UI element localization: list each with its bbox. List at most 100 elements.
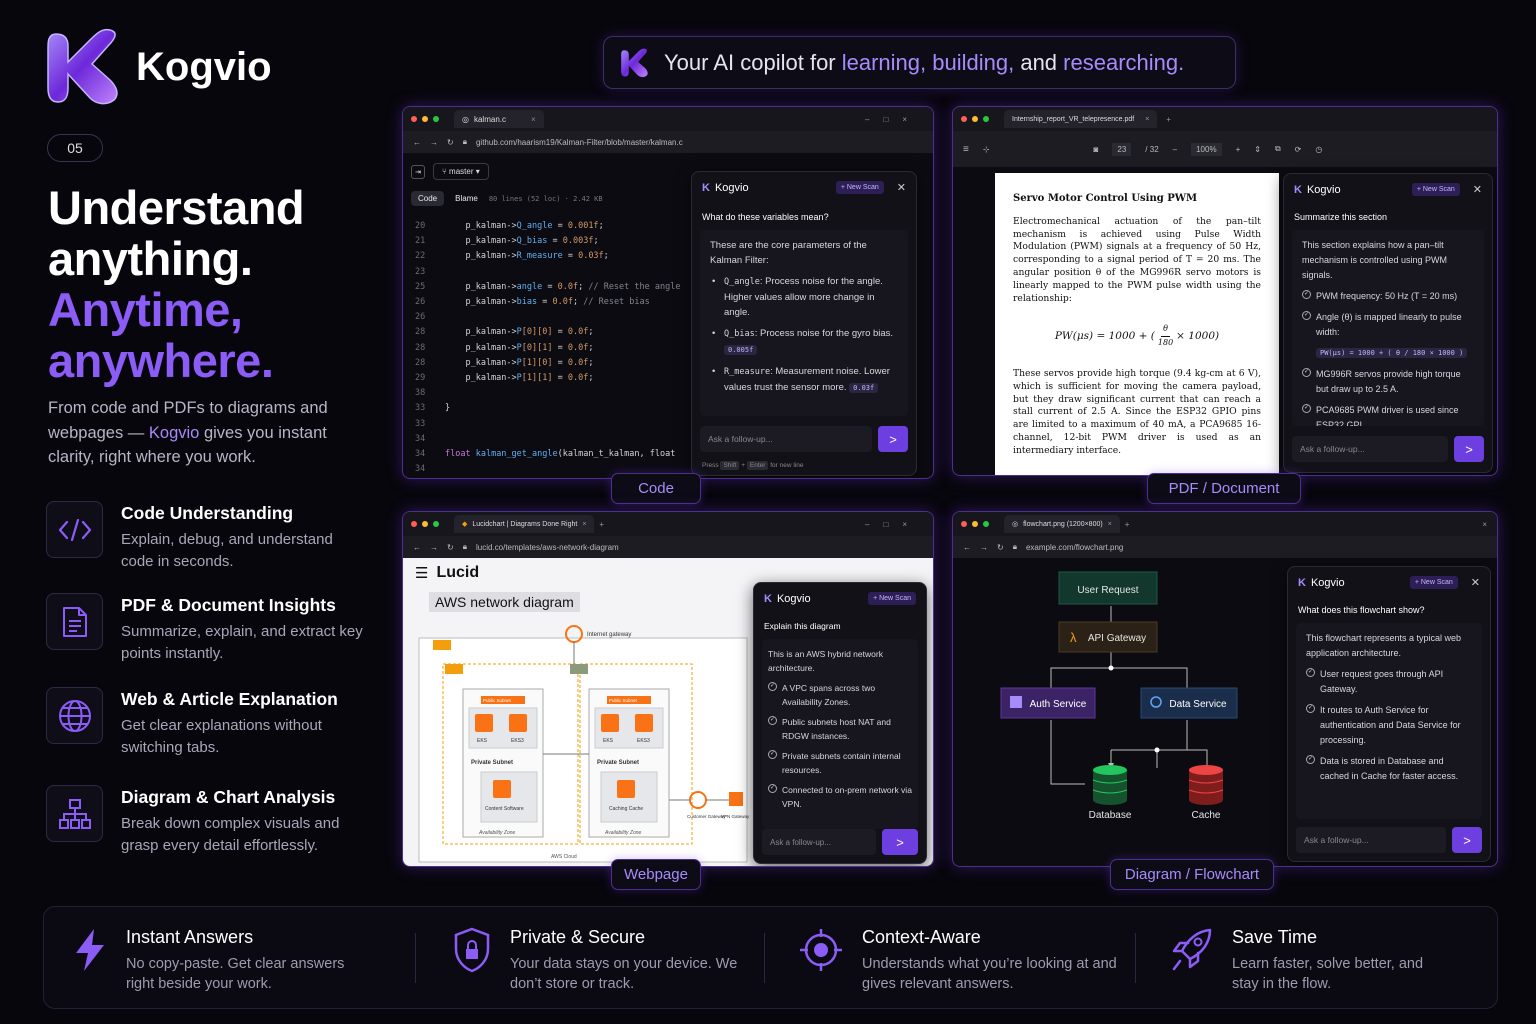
reload-icon[interactable]: ↻ <box>997 543 1004 552</box>
close-icon[interactable]: × <box>582 521 586 528</box>
kogvio-assistant: K Kogvio + New Scan ✕ Summarize this sectio… <box>1283 173 1493 473</box>
menu-icon[interactable]: ≡ <box>963 144 969 155</box>
back-icon[interactable]: ← <box>413 543 421 552</box>
new-tab-icon[interactable]: + <box>1166 115 1171 124</box>
kogvio-logo-icon <box>621 48 648 77</box>
tab-code[interactable]: Code <box>411 191 445 206</box>
maximize-dot[interactable] <box>433 116 439 122</box>
address-bar[interactable]: ← → ↻ 🔒︎ lucid.co/templates/aws-network-dia… <box>403 536 933 558</box>
new-tab-icon[interactable]: + <box>599 520 604 529</box>
dual-page-icon[interactable]: ⧉ <box>1275 144 1281 154</box>
close-icon[interactable]: × <box>531 115 536 124</box>
close-icon[interactable]: ✕ <box>897 181 906 194</box>
item-text: User request goes through API Gateway. <box>1320 669 1444 694</box>
new-scan-button[interactable]: + New Scan <box>1409 576 1458 589</box>
headline-line4: anywhere. <box>48 334 274 387</box>
close-dot[interactable] <box>961 116 967 122</box>
maximize-dot[interactable] <box>983 521 989 527</box>
zoom-out-icon[interactable]: – <box>1173 145 1177 154</box>
enter-key: Enter <box>746 461 769 470</box>
benefit-desc: Learn faster, solve better, and stay in … <box>1232 956 1424 992</box>
code-line: 21 p_kalman->Q_bias = 0.003f; <box>415 234 715 249</box>
sidebar-toggle-icon[interactable]: ⇥ <box>411 164 425 179</box>
zoom-in-icon[interactable]: + <box>1236 145 1241 154</box>
menu-icon[interactable]: ☰ <box>415 564 428 582</box>
forward-icon[interactable]: → <box>430 543 438 552</box>
forward-icon[interactable]: → <box>430 138 438 147</box>
followup-input[interactable]: Ask a follow-up... <box>1292 436 1448 462</box>
check-icon: ✓ <box>1302 404 1311 413</box>
close-dot[interactable] <box>411 116 417 122</box>
minimize-dot[interactable] <box>972 116 978 122</box>
site-logo[interactable]: Lucid <box>436 564 479 582</box>
globe-icon: ◎ <box>462 114 469 124</box>
feature-web: Web & Article Explanation Get clear expla… <box>46 687 366 759</box>
history-icon[interactable]: ◷ <box>1315 145 1322 154</box>
minimize-dot[interactable] <box>422 521 428 527</box>
browser-tab[interactable]: ◆ Lucidchart | Diagrams Done Right × <box>454 515 595 533</box>
line-number: 26 <box>415 312 426 323</box>
window-controls[interactable]: –□× <box>865 520 921 529</box>
send-button[interactable]: > <box>1454 436 1484 462</box>
reload-icon[interactable]: ↻ <box>447 543 454 552</box>
user-question: Summarize this section <box>1294 212 1388 222</box>
close-icon[interactable]: ✕ <box>1471 576 1480 589</box>
close-dot[interactable] <box>411 521 417 527</box>
maximize-dot[interactable] <box>433 521 439 527</box>
reload-icon[interactable]: ↻ <box>447 138 454 147</box>
answer-intro: This flowchart represents a typical web … <box>1306 633 1462 658</box>
followup-input[interactable]: Ask a follow-up... <box>1296 827 1446 853</box>
branch-selector[interactable]: ⑂ master ▾ <box>433 163 489 180</box>
close-icon[interactable]: × <box>1108 521 1112 528</box>
globe-icon <box>58 699 91 732</box>
close-dot[interactable] <box>961 521 967 527</box>
new-tab-icon[interactable]: + <box>1125 520 1130 529</box>
send-button[interactable]: > <box>882 829 918 855</box>
maximize-dot[interactable] <box>983 116 989 122</box>
address-bar[interactable]: ← → ↻ 🔒︎ example.com/flowchart.png <box>953 536 1497 558</box>
new-scan-button[interactable]: + New Scan <box>1411 183 1460 196</box>
close-icon[interactable]: × <box>1145 116 1149 123</box>
page-input[interactable]: 23 <box>1112 142 1132 156</box>
send-button[interactable]: > <box>1452 827 1482 853</box>
browser-tab[interactable]: ◎ flowchart.png (1200×800) × <box>1004 515 1120 533</box>
forward-icon[interactable]: → <box>980 543 988 552</box>
public-subnet-label: Public Subnet <box>609 698 638 703</box>
line-number: 28 <box>415 357 426 368</box>
new-scan-button[interactable]: + New Scan <box>835 181 884 194</box>
send-button[interactable]: > <box>878 426 908 452</box>
followup-input[interactable]: Ask a follow-up... <box>700 426 872 452</box>
headline-line3: Anytime, <box>48 283 243 336</box>
feature-pdf: PDF & Document Insights Summarize, explai… <box>46 593 366 665</box>
followup-input[interactable]: Ask a follow-up... <box>762 829 876 855</box>
lock-icon: 🔒︎ <box>462 137 467 146</box>
minimize-dot[interactable] <box>972 521 978 527</box>
pin-icon[interactable]: ⊹ <box>983 145 990 154</box>
kogvio-logo-icon: K <box>1298 576 1306 589</box>
back-icon[interactable]: ← <box>963 543 971 552</box>
kogvio-logo-icon <box>47 28 118 105</box>
item-text: PCA9685 PWM driver is used since ESP32 G… <box>1316 405 1459 426</box>
aws-cloud-label: AWS Cloud <box>551 854 577 860</box>
panel-label-web: Webpage <box>611 859 701 890</box>
window-controls[interactable]: –□× <box>865 115 921 124</box>
tab-blame[interactable]: Blame <box>448 191 485 206</box>
line-number: 29 <box>415 373 426 383</box>
formula-rhs: × 1000) <box>1176 330 1220 343</box>
check-icon: ✓ <box>1306 668 1315 677</box>
pdf-page: Servo Motor Control Using PWM Electromec… <box>995 173 1279 475</box>
kogvio-assistant: K Kogvio + New Scan ✕ What does this flowch… <box>1287 566 1491 862</box>
rotate-icon[interactable]: ⟳ <box>1295 145 1302 154</box>
browser-tab[interactable]: Internship_report_VR_telepresence.pdf × <box>1004 110 1158 128</box>
formula-den: 180 <box>1157 338 1174 348</box>
address-bar[interactable]: ← → ↻ 🔒︎ github.com/haarism19/Kalman-Filter… <box>403 131 933 153</box>
browser-tab[interactable]: ◎ kalman.c × <box>454 110 544 128</box>
minimize-dot[interactable] <box>422 116 428 122</box>
zoom-level[interactable]: 100% <box>1191 142 1222 156</box>
back-icon[interactable]: ← <box>413 138 421 147</box>
new-scan-button[interactable]: + New Scan <box>868 592 916 605</box>
fit-icon[interactable]: ⇕ <box>1254 145 1261 154</box>
close-window-icon[interactable]: × <box>1482 520 1487 529</box>
close-icon[interactable]: ✕ <box>1473 183 1482 196</box>
feature-desc: Summarize, explain, and extract key poin… <box>121 623 363 662</box>
